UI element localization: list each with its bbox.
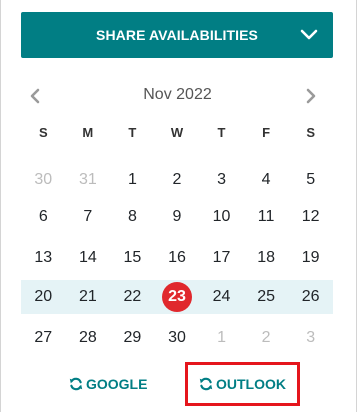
calendar-day[interactable]: 3 — [199, 163, 244, 197]
calendar-day[interactable]: 4 — [244, 163, 289, 197]
calendar-day[interactable]: 9 — [155, 200, 200, 234]
weekday-label: F — [262, 125, 271, 140]
sync-google-button[interactable]: GOOGLE — [69, 376, 147, 392]
calendar-day-outside-month[interactable]: 31 — [66, 163, 111, 197]
sync-google-label: GOOGLE — [86, 376, 148, 392]
calendar-day[interactable]: 24 — [199, 280, 244, 314]
calendar-day[interactable]: 17 — [199, 241, 244, 275]
calendar-day-outside-month[interactable]: 30 — [21, 163, 66, 197]
calendar-day[interactable]: 1 — [110, 163, 155, 197]
calendar-week: 27 28 29 30 1 2 3 — [21, 321, 333, 355]
calendar-day[interactable]: 27 — [21, 321, 66, 355]
calendar-day[interactable]: 7 — [66, 200, 111, 234]
share-availabilities-label: SHARE AVAILABILITIES — [96, 27, 258, 43]
calendar-day[interactable]: 18 — [244, 241, 289, 275]
weekday-label: M — [82, 125, 94, 140]
calendar-week: 6 7 8 9 10 11 12 — [21, 200, 333, 234]
calendar-day-outside-month[interactable]: 2 — [244, 321, 289, 355]
calendar-day[interactable]: 20 — [21, 280, 66, 314]
calendar-day[interactable]: 10 — [199, 200, 244, 234]
calendar-day-outside-month[interactable]: 1 — [199, 321, 244, 355]
today-badge: 23 — [161, 282, 192, 312]
calendar-day-outside-month[interactable]: 3 — [288, 321, 333, 355]
weekday-label: T — [217, 125, 226, 140]
calendar-day[interactable]: 12 — [288, 200, 333, 234]
calendar-day[interactable]: 25 — [244, 280, 289, 314]
calendar-day[interactable]: 2 — [155, 163, 200, 197]
weekday-header: S M T W T F S — [21, 125, 333, 140]
month-title: Nov 2022 — [143, 86, 212, 103]
weekday-label: S — [38, 125, 48, 140]
panel-left-border — [0, 0, 1, 412]
calendar-week: 30 31 1 2 3 4 5 — [21, 163, 333, 197]
calendar-day[interactable]: 26 — [288, 280, 333, 314]
calendar-day[interactable]: 16 — [155, 241, 200, 275]
calendar-day[interactable]: 8 — [110, 200, 155, 234]
calendar-day[interactable]: 13 — [21, 241, 66, 275]
calendar-week: 13 14 15 16 17 18 19 — [21, 241, 333, 275]
outlook-highlight-box — [185, 362, 300, 406]
share-availabilities-button[interactable]: SHARE AVAILABILITIES — [21, 12, 333, 58]
calendar-day[interactable]: 5 — [288, 163, 333, 197]
calendar-day[interactable]: 29 — [110, 321, 155, 355]
calendar-day[interactable]: 28 — [66, 321, 111, 355]
weekday-label: W — [170, 125, 184, 140]
weekday-label: S — [306, 125, 315, 140]
refresh-icon — [69, 377, 83, 391]
calendar-day[interactable]: 30 — [155, 321, 200, 355]
calendar-day[interactable]: 19 — [288, 241, 333, 275]
calendar-day-today[interactable]: 23 — [155, 280, 200, 314]
chevron-right-icon[interactable] — [303, 87, 319, 105]
calendar-day[interactable]: 11 — [244, 200, 289, 234]
calendar-day[interactable]: 14 — [66, 241, 111, 275]
calendar-day[interactable]: 21 — [66, 280, 111, 314]
calendar-week-current: 20 21 22 23 24 25 26 — [21, 280, 333, 314]
chevron-left-icon[interactable] — [27, 87, 43, 105]
weekday-label: T — [128, 125, 137, 140]
calendar-day[interactable]: 22 — [110, 280, 155, 314]
calendar-day[interactable]: 6 — [21, 200, 66, 234]
calendar-day[interactable]: 15 — [110, 241, 155, 275]
chevron-down-icon[interactable] — [299, 26, 319, 44]
